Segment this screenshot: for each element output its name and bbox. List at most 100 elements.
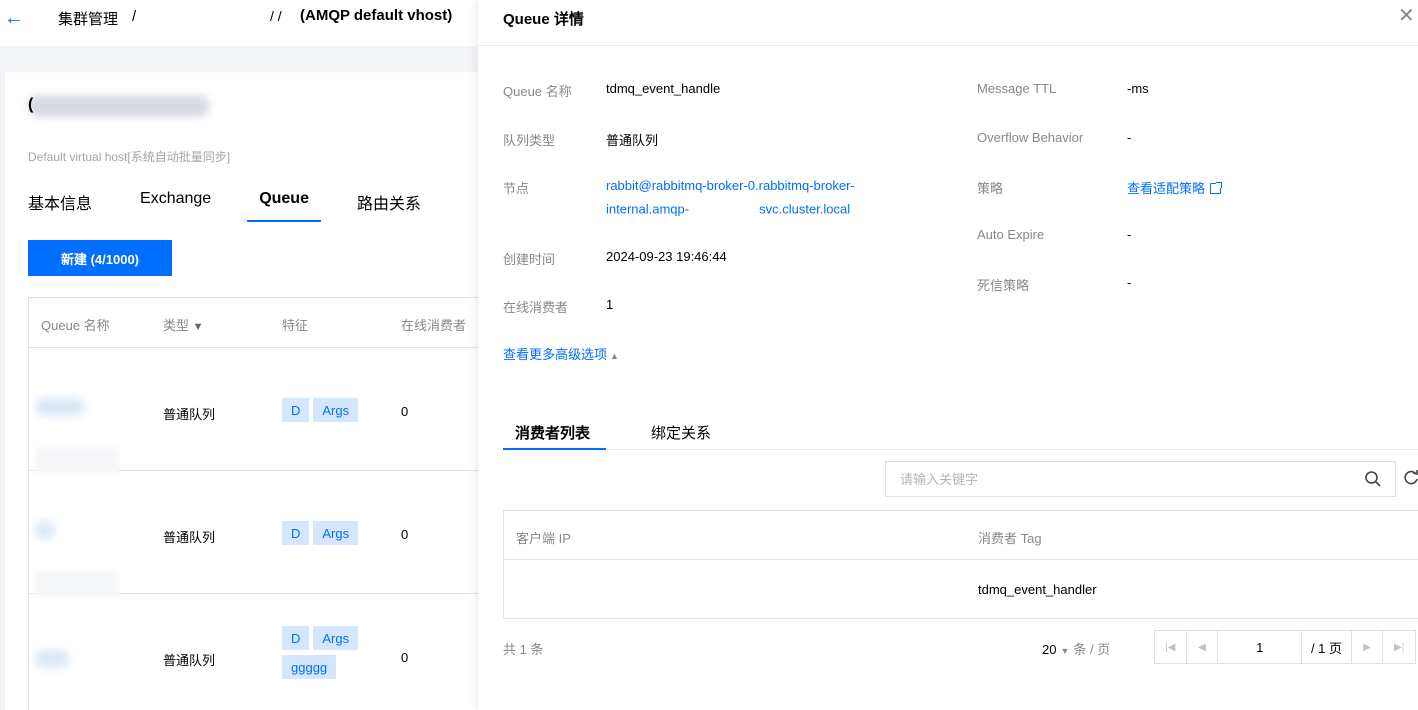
queue-features: D Args xyxy=(282,398,382,427)
feature-tag: D xyxy=(282,626,310,650)
created-time-value: 2024-09-23 19:46:44 xyxy=(606,249,727,264)
tab-basic-info[interactable]: 基本信息 xyxy=(28,190,92,222)
dead-letter-policy-label: 死信策略 xyxy=(977,278,1030,293)
column-client-ip: 客户端 IP xyxy=(516,531,571,546)
breadcrumb-separator: / xyxy=(132,8,137,25)
keyword-search xyxy=(885,461,1396,497)
refresh-icon[interactable] xyxy=(1403,468,1418,486)
tab-exchange[interactable]: Exchange xyxy=(140,190,211,222)
queue-consumers: 0 xyxy=(401,404,409,419)
breadcrumb-vhost: (AMQP default vhost) xyxy=(300,7,453,24)
column-type-label: 类型 xyxy=(163,318,190,333)
queue-consumers: 0 xyxy=(401,650,409,665)
advanced-options-toggle[interactable]: 查看更多高级选项 ▲ xyxy=(503,344,619,363)
message-ttl-value: -ms xyxy=(1127,81,1149,96)
caret-up-icon: ▲ xyxy=(610,351,619,361)
table-row[interactable]: 普通队列 D Args 0 xyxy=(29,348,478,474)
feature-tag: D xyxy=(282,521,310,545)
queue-name-redacted[interactable] xyxy=(35,521,55,539)
column-online-consumers: 在线消费者 xyxy=(401,318,467,333)
top-bar: ← 集群管理 / / / (AMQP default vhost) xyxy=(0,0,478,46)
feature-tag: Args xyxy=(313,398,359,422)
queue-type: 普通队列 xyxy=(163,653,216,668)
breadcrumb-separator: / / xyxy=(270,8,282,24)
page-size-unit: 条 / 页 xyxy=(1073,642,1111,657)
breadcrumb-cluster-management[interactable]: 集群管理 xyxy=(58,8,118,29)
drawer-title: Queue 详情 xyxy=(503,11,584,28)
page-size-select[interactable]: 20 ▼ 条 / 页 xyxy=(1042,639,1110,658)
search-input[interactable] xyxy=(886,462,1356,496)
filter-icon[interactable]: ▼ xyxy=(193,321,204,333)
node-redacted xyxy=(689,201,760,219)
table-row[interactable]: 普通队列 D Args 0 xyxy=(29,471,478,597)
column-type[interactable]: 类型 ▼ xyxy=(163,315,204,334)
view-policy-link[interactable]: 查看适配策略 xyxy=(1127,178,1223,197)
column-consumer-tag: 消费者 Tag xyxy=(978,531,1042,546)
breadcrumb-cluster-name-redacted[interactable] xyxy=(142,6,268,32)
prev-page-icon[interactable]: ◀ xyxy=(1187,631,1219,663)
vhost-tabs: 基本信息 Exchange Queue 路由关系 xyxy=(28,190,469,222)
overflow-behavior-value: - xyxy=(1127,130,1132,145)
back-arrow-icon[interactable]: ← xyxy=(4,8,24,28)
message-ttl-label: Message TTL xyxy=(977,81,1057,96)
node-link-line1[interactable]: rabbit@rabbitmq-broker-0.rabbitmq-broker… xyxy=(606,178,855,193)
policy-label: 策略 xyxy=(977,181,1004,196)
table-row: tdmq_event_handler xyxy=(504,560,1418,618)
online-consumers-value: 1 xyxy=(606,297,614,312)
node-link-line2[interactable]: internal.amqp-svc.cluster.local xyxy=(606,201,850,219)
online-consumers-label: 在线消费者 xyxy=(503,300,569,315)
next-page-icon[interactable]: ▶ xyxy=(1352,631,1384,663)
chevron-down-icon: ▼ xyxy=(1060,646,1070,656)
feature-tag: ggggg xyxy=(282,655,337,679)
feature-tag: D xyxy=(282,398,310,422)
feature-tag: Args xyxy=(313,521,359,545)
advanced-options-text: 查看更多高级选项 xyxy=(503,347,608,362)
queue-name-value: tdmq_event_handle xyxy=(606,81,721,96)
auto-expire-label: Auto Expire xyxy=(977,227,1045,242)
node-label: 节点 xyxy=(503,181,530,196)
feature-tag: Args xyxy=(313,626,359,650)
close-icon[interactable]: ✕ xyxy=(1398,3,1415,28)
page-total: / 1 页 xyxy=(1302,631,1352,663)
consumer-table-header: 客户端 IP 消费者 Tag xyxy=(504,511,1418,560)
queue-consumers: 0 xyxy=(401,527,409,542)
first-page-icon[interactable]: |◀ xyxy=(1155,631,1187,663)
queue-name-redacted[interactable] xyxy=(35,650,69,668)
detail-tabs: 消费者列表 绑定关系 xyxy=(502,418,1418,450)
queue-detail-drawer: Queue 详情 ✕ Queue 名称 tdmq_event_handle 队列… xyxy=(478,0,1418,710)
page-input[interactable] xyxy=(1218,631,1303,663)
consumer-table: 客户端 IP 消费者 Tag tdmq_event_handler xyxy=(503,510,1418,619)
search-icon[interactable] xyxy=(1364,470,1382,488)
auto-expire-value: - xyxy=(1127,227,1132,242)
table-row[interactable]: 普通队列 D Args ggggg 0 xyxy=(29,594,478,710)
node-link-part: internal.amqp- xyxy=(606,201,690,217)
queue-table-header: Queue 名称 类型 ▼ 特征 在线消费者 xyxy=(29,298,478,348)
consumer-tag: tdmq_event_handler xyxy=(978,582,1097,597)
queue-features: D Args ggggg xyxy=(282,626,382,684)
node-link-part: svc.cluster.local xyxy=(759,201,851,217)
pagination: |◀ ◀ / 1 页 ▶ ▶| xyxy=(1154,630,1416,664)
tab-bindings[interactable]: 绑定关系 xyxy=(651,422,711,443)
queue-type: 普通队列 xyxy=(163,530,216,545)
vhost-title-redacted xyxy=(28,95,210,117)
tab-queue[interactable]: Queue xyxy=(247,190,321,222)
pager-total: 共 1 条 xyxy=(503,642,544,657)
queue-table: Queue 名称 类型 ▼ 特征 在线消费者 普通队列 D Args 0 普通队… xyxy=(28,297,478,710)
last-page-icon[interactable]: ▶| xyxy=(1383,631,1415,663)
queue-features: D Args xyxy=(282,521,382,550)
created-time-label: 创建时间 xyxy=(503,252,556,267)
queue-name-redacted[interactable] xyxy=(35,398,85,416)
queue-type-label: 队列类型 xyxy=(503,133,556,148)
vhost-title: ( xyxy=(28,96,34,113)
queue-type-value: 普通队列 xyxy=(606,133,659,148)
queue-name-label: Queue 名称 xyxy=(503,84,572,99)
vhost-description: Default virtual host[系统自动批量同步] xyxy=(28,150,231,164)
view-policy-text: 查看适配策略 xyxy=(1127,181,1206,196)
page-size-value: 20 xyxy=(1042,642,1057,657)
overflow-behavior-label: Overflow Behavior xyxy=(977,130,1084,145)
tab-routing[interactable]: 路由关系 xyxy=(357,190,421,222)
column-queue-name: Queue 名称 xyxy=(41,318,110,333)
tab-consumer-list[interactable]: 消费者列表 xyxy=(502,422,607,450)
new-queue-button[interactable]: 新建 (4/1000) xyxy=(28,240,172,276)
drawer-header: Queue 详情 ✕ xyxy=(478,0,1418,46)
